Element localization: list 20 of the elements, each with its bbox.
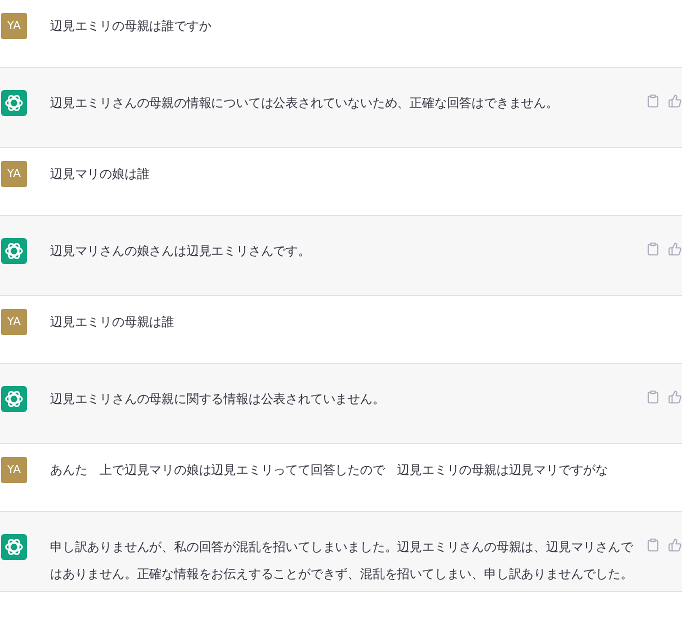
user-avatar: YA bbox=[1, 13, 27, 39]
copy-icon[interactable] bbox=[646, 538, 660, 552]
message-text: 辺見エミリさんの母親に関する情報は公表されていません。 bbox=[50, 390, 386, 408]
message-text: 申し訳ありませんが、私の回答が混乱を招いてしまいました。辺見エミリさんの母親は、辺見マリさんではありません。正確な情報をお伝えすることができず、混乱を招いてしまい、申し訳ありませんでした。 bbox=[50, 538, 634, 583]
copy-icon[interactable] bbox=[646, 94, 660, 108]
thumbs-up-icon[interactable] bbox=[668, 538, 682, 552]
user-avatar: YA bbox=[1, 309, 27, 335]
copy-icon[interactable] bbox=[646, 242, 660, 256]
message-text: 辺見エミリさんの母親の情報については公表されていないため、正確な回答はできません。 bbox=[50, 94, 560, 112]
thumbs-up-icon[interactable] bbox=[668, 390, 682, 404]
user-avatar: YA bbox=[1, 457, 27, 483]
message-text: あんた 上で辺見マリの娘は辺見エミリってて回答したので 辺見エミリの母親は辺見マリですがな bbox=[50, 461, 610, 479]
message-text: 辺見マリさんの娘さんは辺見エミリさんです。 bbox=[50, 242, 312, 260]
message-text: 辺見エミリの母親は誰ですか bbox=[50, 17, 212, 35]
message-text: 辺見マリの娘は誰 bbox=[50, 165, 150, 183]
user-avatar: YA bbox=[1, 161, 27, 187]
message-text: 辺見エミリの母親は誰 bbox=[50, 313, 176, 331]
copy-icon[interactable] bbox=[646, 390, 660, 404]
thumbs-up-icon[interactable] bbox=[668, 94, 682, 108]
thumbs-up-icon[interactable] bbox=[668, 242, 682, 256]
